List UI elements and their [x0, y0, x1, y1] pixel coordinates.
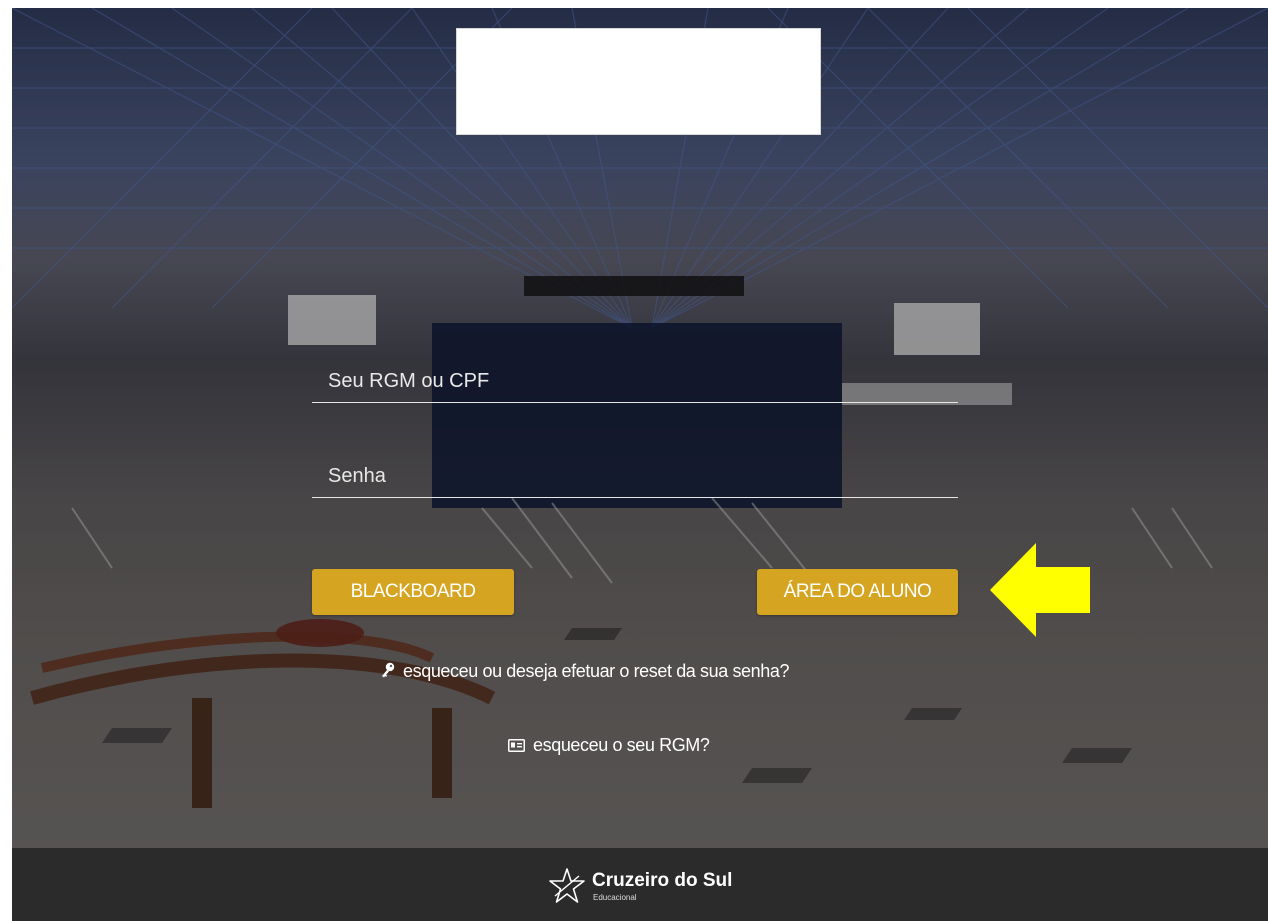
forgot-rgm-text[interactable]: esqueceu o seu RGM? — [533, 735, 710, 755]
key-icon — [381, 662, 395, 683]
arrow-left-icon — [990, 543, 1090, 637]
password-field[interactable] — [312, 455, 958, 498]
password-input[interactable] — [312, 455, 958, 497]
brand-logo: Cruzeiro do Sul Educacional — [547, 866, 732, 906]
area-do-aluno-button[interactable]: ÁREA DO ALUNO — [757, 569, 958, 615]
brand-name: Cruzeiro do Sul — [592, 870, 733, 891]
redacted-logo — [456, 28, 821, 135]
rgm-field[interactable] — [312, 360, 958, 403]
id-card-icon — [508, 736, 525, 757]
reset-password-link[interactable]: esqueceu ou deseja efetuar o reset da su… — [381, 661, 790, 683]
star-logo-icon — [549, 868, 585, 903]
blackboard-button[interactable]: BLACKBOARD — [312, 569, 514, 615]
login-page: BLACKBOARD ÁREA DO ALUNO esqueceu ou des… — [0, 0, 1268, 921]
reset-password-text[interactable]: esqueceu ou deseja efetuar o reset da su… — [403, 661, 790, 681]
rgm-input[interactable] — [312, 360, 958, 402]
footer: Cruzeiro do Sul Educacional — [12, 848, 1268, 921]
forgot-rgm-link[interactable]: esqueceu o seu RGM? — [508, 735, 710, 757]
brand-subtitle: Educacional — [593, 893, 637, 902]
